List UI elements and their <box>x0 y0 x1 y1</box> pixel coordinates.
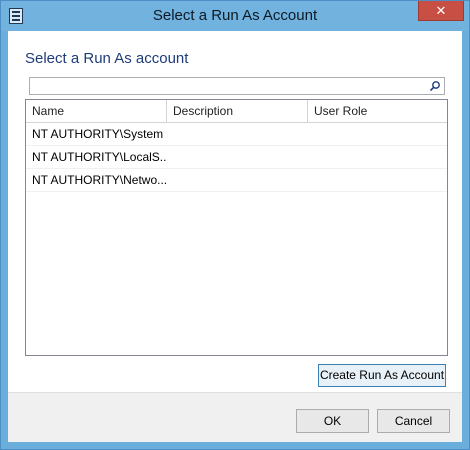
close-button[interactable]: ✕ <box>418 1 464 21</box>
column-header-user-role[interactable]: User Role <box>308 100 447 122</box>
create-run-as-account-button[interactable]: Create Run As Account <box>318 364 446 387</box>
cell-user-role <box>308 123 447 145</box>
cell-name: NT AUTHORITY\LocalS... <box>32 150 167 164</box>
cell-user-role <box>308 146 447 168</box>
table-row[interactable]: NT AUTHORITY\Netwo... <box>26 169 447 192</box>
table-header: Name Description User Role <box>26 100 447 123</box>
table-row[interactable]: NT AUTHORITY\System <box>26 123 447 146</box>
cell-name: NT AUTHORITY\Netwo... <box>32 173 167 187</box>
cell-description <box>167 169 308 191</box>
dialog-footer: OK Cancel <box>8 392 462 442</box>
close-icon: ✕ <box>435 2 447 18</box>
table-row[interactable]: NT AUTHORITY\LocalS... <box>26 146 447 169</box>
dialog-content: Select a Run As account Name Description… <box>8 31 462 392</box>
accounts-table: Name Description User Role NT AUTHORITY\… <box>25 99 448 356</box>
column-header-name[interactable]: Name <box>26 100 167 122</box>
column-header-description[interactable]: Description <box>167 100 308 122</box>
search-icon[interactable] <box>429 80 441 92</box>
cell-description <box>167 146 308 168</box>
cancel-button[interactable]: Cancel <box>377 409 450 433</box>
window-title: Select a Run As Account <box>152 7 318 24</box>
page-title: Select a Run As account <box>25 50 189 67</box>
cell-name: NT AUTHORITY\System <box>32 127 164 141</box>
title-bar[interactable]: Select a Run As Account ✕ <box>1 1 469 31</box>
cell-description <box>167 123 308 145</box>
cell-user-role <box>308 169 447 191</box>
search-input[interactable] <box>29 77 445 95</box>
dialog-window: Select a Run As Account ✕ Select a Run A… <box>0 0 470 450</box>
ok-button[interactable]: OK <box>296 409 369 433</box>
